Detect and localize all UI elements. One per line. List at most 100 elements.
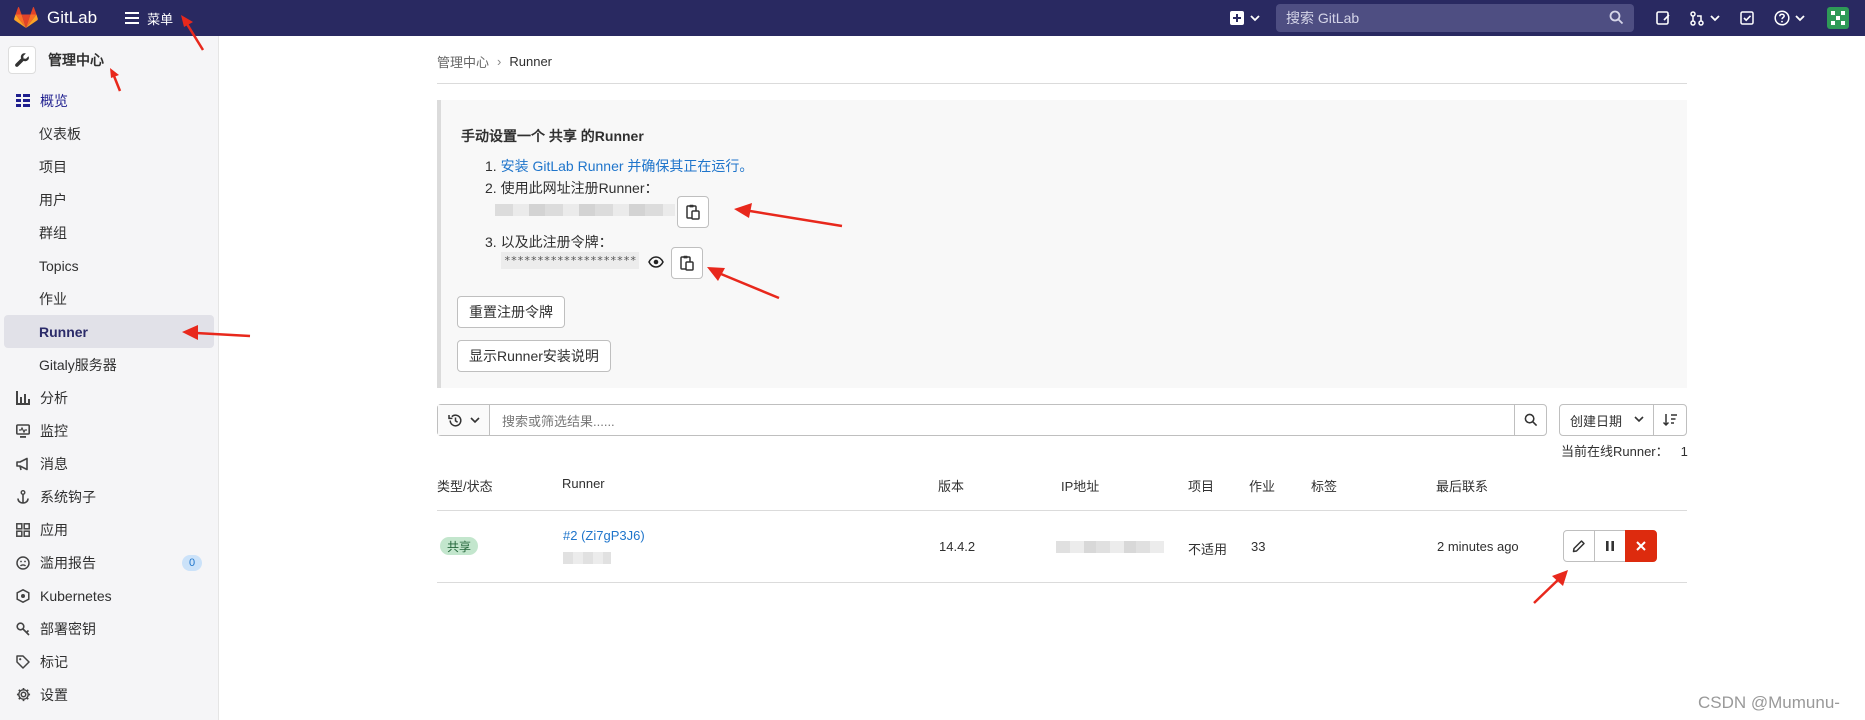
sidebar-item-overview[interactable]: 概览 <box>0 84 218 117</box>
edit-runner-button[interactable] <box>1563 530 1595 562</box>
step-number: 1. <box>485 158 497 174</box>
sidebar-item-abuse-reports[interactable]: 滥用报告 0 <box>0 546 218 579</box>
sidebar-item-labels[interactable]: 标记 <box>0 645 218 678</box>
sidebar-item-analytics[interactable]: 分析 <box>0 381 218 414</box>
history-icon <box>447 413 462 426</box>
issues-link[interactable] <box>1656 11 1670 25</box>
annotation-arrow-edit <box>1533 570 1568 604</box>
sidebar-item-messages[interactable]: 消息 <box>0 447 218 480</box>
watermark: CSDN @Mumunu- <box>1698 693 1840 712</box>
delete-runner-button[interactable] <box>1625 530 1657 562</box>
sort-label: 创建日期 <box>1570 413 1623 429</box>
menu-label: 菜单 <box>147 11 174 27</box>
sidebar-item-label: 滥用报告 <box>40 554 96 571</box>
sidebar-item-projects[interactable]: 项目 <box>0 150 218 183</box>
reset-token-button[interactable]: 重置注册令牌 <box>457 296 565 328</box>
sort-dropdown[interactable]: 创建日期 <box>1559 404 1654 436</box>
sidebar-item-dashboard[interactable]: 仪表板 <box>0 117 218 150</box>
pause-runner-button[interactable] <box>1594 530 1626 562</box>
search-icon <box>1609 10 1624 25</box>
overview-icon <box>14 93 32 108</box>
abuse-icon <box>14 555 32 570</box>
todos-link[interactable] <box>1740 11 1754 25</box>
gitlab-tanuki-icon <box>14 7 38 28</box>
merge-requests-dropdown[interactable] <box>1690 10 1720 26</box>
top-navbar: GitLab 菜单 搜索 GitLab <box>0 0 1865 36</box>
filter-search-input[interactable]: 搜索或筛选结果...... <box>490 411 1514 430</box>
sidebar-item-users[interactable]: 用户 <box>0 183 218 216</box>
runner-last-contact: 2 minutes ago <box>1437 539 1519 554</box>
sidebar-item-groups[interactable]: 群组 <box>0 216 218 249</box>
setup-step-1: 1. 安装 GitLab Runner 并确保其正在运行。 <box>485 156 753 176</box>
help-dropdown[interactable] <box>1774 10 1805 26</box>
column-header-ip: IP地址 <box>1061 479 1100 494</box>
clipboard-icon <box>680 255 694 271</box>
sidebar-item-label: 系统钩子 <box>40 488 96 505</box>
close-icon <box>1636 541 1646 551</box>
menu-button[interactable]: 菜单 <box>125 9 173 28</box>
column-header-runner: Runner <box>562 476 605 491</box>
sidebar-item-runners[interactable]: Runner <box>4 315 214 348</box>
sidebar-item-gitaly[interactable]: Gitaly服务器 <box>0 348 218 381</box>
gitlab-logo[interactable]: GitLab <box>14 7 97 29</box>
install-runner-link[interactable]: 安装 GitLab Runner 并确保其正在运行。 <box>501 158 754 174</box>
sidebar-item-settings[interactable]: 设置 <box>0 678 218 711</box>
copy-url-button[interactable] <box>677 196 709 228</box>
settings-icon <box>14 687 32 702</box>
pause-icon <box>1606 541 1614 551</box>
registration-url-blurred <box>495 204 675 216</box>
sidebar-item-deploy-keys[interactable]: 部署密钥 <box>0 612 218 645</box>
search-placeholder: 搜索 GitLab <box>1286 10 1360 26</box>
sidebar-header[interactable]: 管理中心 <box>0 36 218 84</box>
chevron-down-icon <box>1634 416 1644 423</box>
clipboard-icon <box>686 204 700 220</box>
sidebar-item-monitoring[interactable]: 监控 <box>0 414 218 447</box>
chart-icon <box>14 390 32 405</box>
setup-step-3: 3. 以及此注册令牌： <box>485 234 613 250</box>
column-header-jobs: 作业 <box>1249 479 1276 494</box>
breadcrumb-admin[interactable]: 管理中心 <box>437 52 489 71</box>
recent-searches-button[interactable] <box>438 405 490 435</box>
label-icon <box>14 654 32 669</box>
bullhorn-icon <box>14 457 32 471</box>
show-install-instructions-button[interactable]: 显示Runner安装说明 <box>457 340 611 372</box>
setup-title: 手动设置一个 共享 的Runner <box>461 128 644 144</box>
sidebar-item-system-hooks[interactable]: 系统钩子 <box>0 480 218 513</box>
sidebar-title: 管理中心 <box>48 52 104 68</box>
runner-version: 14.4.2 <box>939 539 976 554</box>
filter-search-button[interactable] <box>1514 405 1546 435</box>
breadcrumb-current[interactable]: Runner <box>509 54 552 69</box>
sidebar-item-topics[interactable]: Topics <box>0 249 218 282</box>
table-header-divider <box>437 510 1687 511</box>
runner-setup-panel: 手动设置一个 共享 的Runner 1. 安装 GitLab Runner 并确… <box>437 100 1687 388</box>
copy-token-button[interactable] <box>671 247 703 279</box>
sidebar-item-label: 部署密钥 <box>40 620 96 637</box>
applications-icon <box>14 522 32 537</box>
runner-link[interactable]: #2 (Zi7gP3J6) <box>563 528 645 543</box>
sidebar-item-kubernetes[interactable]: Kubernetes <box>0 579 218 612</box>
chevron-down-icon <box>469 417 480 424</box>
online-label: 当前在线Runner： <box>1561 444 1669 459</box>
column-header-tags: 标签 <box>1311 479 1338 494</box>
search-input[interactable]: 搜索 GitLab <box>1276 4 1634 32</box>
search-icon <box>1524 413 1537 427</box>
column-header-projects: 项目 <box>1188 479 1215 494</box>
setup-step-2: 2. 使用此网址注册Runner： <box>485 180 659 196</box>
sidebar-item-applications[interactable]: 应用 <box>0 513 218 546</box>
runner-projects: 不适用 <box>1188 542 1228 557</box>
divider <box>437 83 1687 84</box>
sidebar-item-label: 应用 <box>40 521 68 538</box>
sidebar-item-label: 监控 <box>40 422 68 439</box>
user-avatar[interactable] <box>1827 7 1849 29</box>
breadcrumb: 管理中心 › Runner <box>437 52 552 71</box>
reveal-token-button[interactable] <box>648 255 664 271</box>
chevron-right-icon: › <box>497 54 502 69</box>
sidebar-item-jobs[interactable]: 作业 <box>0 282 218 315</box>
top-right-group: 搜索 GitLab <box>1220 0 1865 36</box>
eye-icon <box>648 256 664 268</box>
column-header-last-contact: 最后联系 <box>1436 479 1489 494</box>
sort-direction-button[interactable] <box>1653 404 1687 436</box>
wrench-icon <box>15 53 29 67</box>
merge-request-icon <box>1690 10 1704 26</box>
new-dropdown[interactable] <box>1230 11 1260 25</box>
